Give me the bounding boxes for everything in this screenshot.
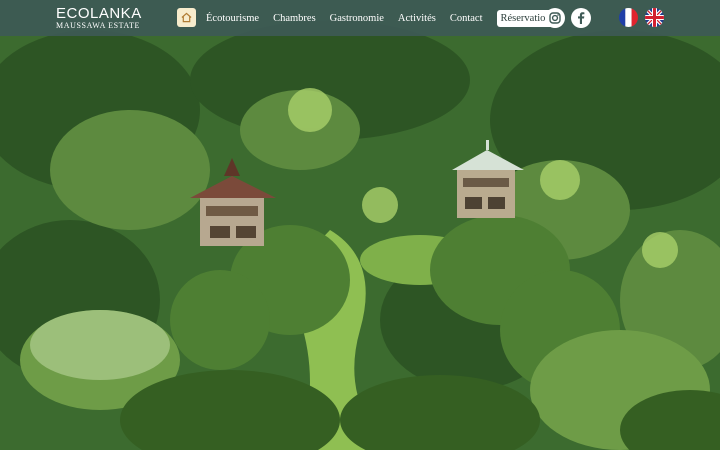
instagram-icon[interactable] [545,8,565,28]
nav-link-contact[interactable]: Contact [450,13,483,24]
main-menu: Écotourisme Chambres Gastronomie Activit… [206,0,555,36]
nav-link-activites[interactable]: Activités [398,13,436,24]
home-icon [181,12,192,23]
nav-link-gastronomie[interactable]: Gastronomie [330,13,384,24]
top-navigation-bar: ECOLANKA MAUSSAWA ESTATE Écotourisme Cha… [0,0,720,36]
facebook-icon[interactable] [571,8,591,28]
nav-link-chambres[interactable]: Chambres [273,13,316,24]
fr-flag-icon[interactable] [619,8,638,27]
nav-link-ecotourisme[interactable]: Écotourisme [206,13,259,24]
site-logo[interactable]: ECOLANKA MAUSSAWA ESTATE [56,6,142,30]
logo-wordmark: ECOLANKA [56,5,142,22]
logo-tagline: MAUSSAWA ESTATE [56,21,140,30]
home-button[interactable] [177,8,196,27]
gb-flag-icon[interactable] [645,8,664,27]
hero-image [0,0,720,450]
